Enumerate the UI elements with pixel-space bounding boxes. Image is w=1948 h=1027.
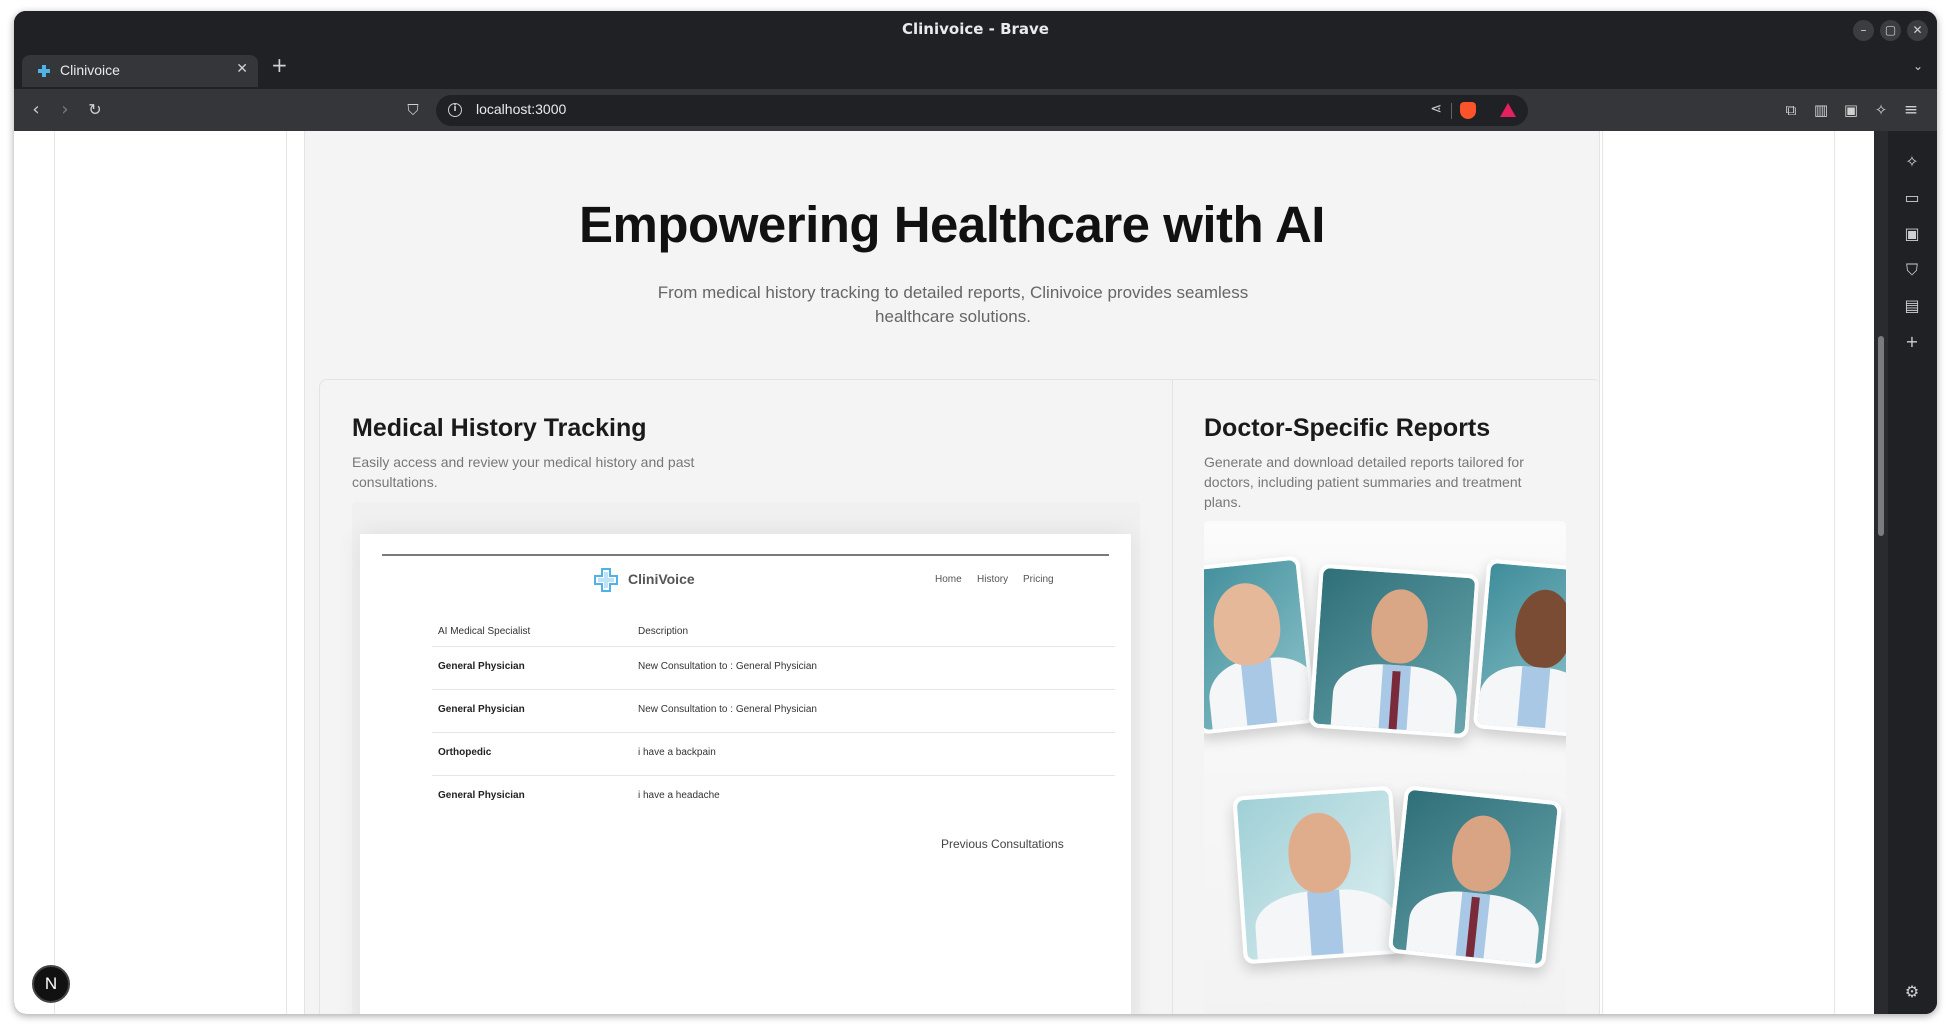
row-description: i have a headache <box>638 790 720 801</box>
browser-window: Clinivoice - Brave – ▢ ✕ Clinivoice ✕ + … <box>14 11 1937 1014</box>
bookmark-icon[interactable]: ⛉ <box>403 100 423 120</box>
tab-close-icon[interactable]: ✕ <box>236 61 248 77</box>
forward-icon[interactable]: › <box>55 100 75 120</box>
table-row: General Physician New Consultation to : … <box>432 689 1115 732</box>
nextjs-dev-badge[interactable]: N <box>32 965 70 1003</box>
row-specialist: General Physician <box>438 704 525 715</box>
window-title: Clinivoice - Brave <box>902 20 1049 38</box>
side-panel: ✧ ▭ ▣ ⛉ ▤ + ⚙ <box>1888 131 1937 1014</box>
table-row: Orthopedic i have a backpain <box>432 732 1115 775</box>
row-description: New Consultation to : General Physician <box>638 704 817 715</box>
preview-col-specialist: AI Medical Specialist <box>438 626 531 637</box>
doctor-photo <box>1472 558 1566 738</box>
table-row: General Physician New Consultation to : … <box>432 646 1115 689</box>
scrollbar-thumb[interactable] <box>1878 336 1884 536</box>
layout-guide-right <box>1834 131 1835 1014</box>
clinivoice-logo-icon <box>594 568 618 592</box>
leo-sidebar-icon[interactable]: ✧ <box>1902 152 1922 172</box>
brave-shields-icon[interactable] <box>1460 102 1476 119</box>
address-bar[interactable]: i localhost:3000 ⋖ <box>436 95 1528 126</box>
history-card-description: Easily access and review your medical hi… <box>352 454 695 490</box>
sidebar-settings-gear-icon[interactable]: ⚙ <box>1902 982 1922 1002</box>
clinivoice-favicon-icon <box>38 65 50 77</box>
reports-card-title: Doctor-Specific Reports <box>1204 414 1491 442</box>
page-viewport: Empowering Healthcare with AI From medic… <box>14 131 1874 1014</box>
reports-card-description: Generate and download detailed reports t… <box>1204 454 1524 510</box>
row-description: i have a backpain <box>638 747 716 758</box>
doctor-photo <box>1232 785 1404 965</box>
history-preview-screenshot: CliniVoice Home History Pricing AI Medic… <box>360 534 1131 1014</box>
url-text[interactable]: localhost:3000 <box>476 101 566 117</box>
wallet-icon[interactable]: ▣ <box>1841 100 1861 120</box>
page-scrollbar[interactable] <box>1874 131 1888 1014</box>
brave-rewards-icon[interactable] <box>1500 103 1516 117</box>
row-specialist: General Physician <box>438 661 525 672</box>
playlist-icon[interactable]: ▭ <box>1902 188 1922 208</box>
preview-nav-history: History <box>977 574 1009 585</box>
maximize-button[interactable]: ▢ <box>1880 20 1901 41</box>
row-specialist: Orthopedic <box>438 747 492 758</box>
row-specialist: General Physician <box>438 790 525 801</box>
omnibox-divider <box>1451 103 1452 119</box>
hero-title: Empowering Healthcare with AI <box>579 196 1325 253</box>
site-info-icon[interactable]: i <box>448 103 462 117</box>
layout-guide-left <box>54 131 55 1014</box>
minimize-button[interactable]: – <box>1853 20 1874 41</box>
tab-title: Clinivoice <box>60 62 120 78</box>
browser-toolbar: ‹ › ↻ ⛉ i localhost:3000 ⋖ ⧉ ▥ ▣ ✧ ≡ <box>14 89 1937 131</box>
layout-guide-inner-left <box>286 131 287 1014</box>
tab-clinivoice[interactable]: Clinivoice ✕ <box>22 55 258 87</box>
add-sidebar-item-icon[interactable]: + <box>1902 332 1922 352</box>
back-icon[interactable]: ‹ <box>26 100 46 120</box>
reading-list-icon[interactable]: ▤ <box>1902 296 1922 316</box>
share-icon[interactable]: ⋖ <box>1430 101 1442 117</box>
extensions-icon[interactable]: ⧉ <box>1781 100 1801 120</box>
close-window-button[interactable]: ✕ <box>1907 20 1928 41</box>
history-preview: CliniVoice Home History Pricing AI Medic… <box>352 502 1140 1014</box>
history-card-title: Medical History Tracking <box>352 414 647 442</box>
features-section: Empowering Healthcare with AI From medic… <box>304 131 1601 1014</box>
tab-search-chevron-icon[interactable]: ⌄ <box>1913 59 1923 73</box>
layout-guide-inner-right <box>1602 131 1603 1014</box>
title-bar: Clinivoice - Brave – ▢ ✕ <box>14 11 1937 49</box>
leo-ai-icon[interactable]: ✧ <box>1871 100 1891 120</box>
preview-nav-home: Home <box>935 574 962 585</box>
reload-icon[interactable]: ↻ <box>85 100 105 120</box>
doctor-photo-collage <box>1204 521 1566 1014</box>
preview-nav-pricing: Pricing <box>1023 574 1054 585</box>
doctor-photo <box>1387 785 1563 969</box>
new-tab-button[interactable]: + <box>271 55 288 75</box>
menu-icon[interactable]: ≡ <box>1901 100 1921 120</box>
preview-previous-consultations: Previous Consultations <box>941 837 1064 851</box>
table-row: General Physician i have a headache <box>432 775 1115 818</box>
doctor-photo <box>1308 563 1480 739</box>
preview-col-description: Description <box>638 626 689 637</box>
grid-divider <box>1172 380 1173 1014</box>
row-description: New Consultation to : General Physician <box>638 661 817 672</box>
preview-brand: CliniVoice <box>628 571 695 587</box>
hero-subtitle: From medical history tracking to detaile… <box>657 283 1249 326</box>
sidebar-toggle-icon[interactable]: ▥ <box>1811 100 1831 120</box>
wallet-sidebar-icon[interactable]: ▣ <box>1902 224 1922 244</box>
preview-top-rule <box>382 554 1109 556</box>
tab-strip: Clinivoice ✕ <box>14 49 1937 89</box>
feature-grid: Medical History Tracking Easily access a… <box>319 379 1601 1014</box>
doctor-photo <box>1204 555 1317 735</box>
bookmarks-sidebar-icon[interactable]: ⛉ <box>1902 260 1922 280</box>
